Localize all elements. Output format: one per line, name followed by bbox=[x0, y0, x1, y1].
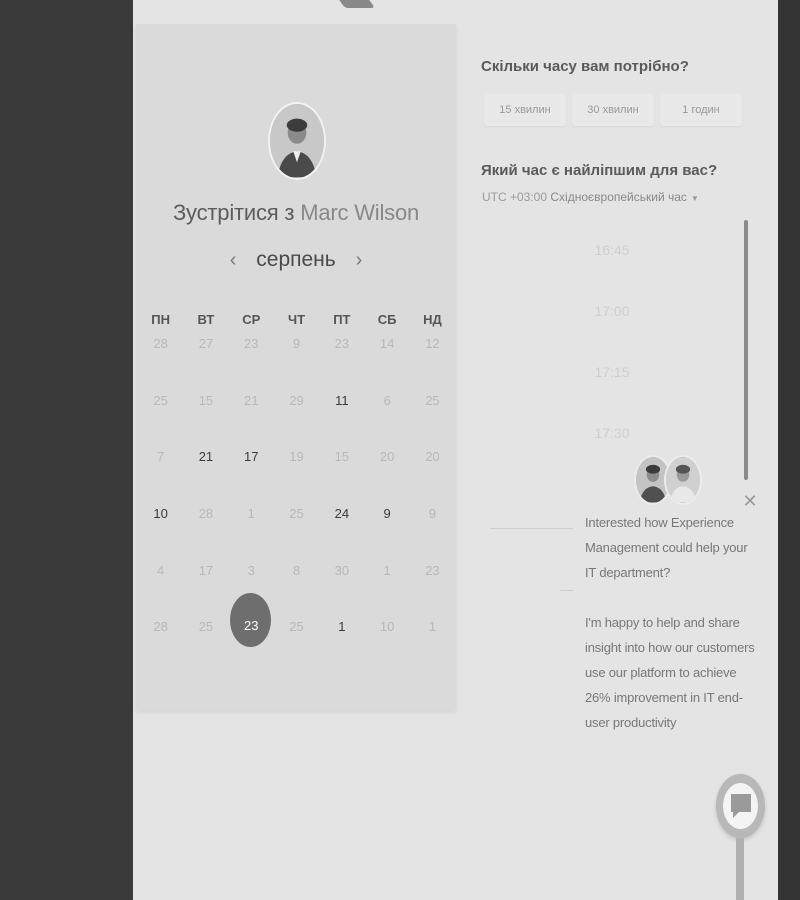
weekday-wed: СР bbox=[242, 312, 261, 327]
chat-message-2: I'm happy to help and share insight into… bbox=[585, 615, 755, 730]
chat-launcher-button[interactable] bbox=[716, 774, 765, 838]
chat-bubble-icon bbox=[731, 794, 751, 818]
weekday-sun: НД bbox=[423, 312, 442, 327]
calendar-day: 14 bbox=[379, 336, 395, 351]
time-slot[interactable]: 16:45 bbox=[481, 242, 743, 258]
chat-message: Interested how Experience Management cou… bbox=[585, 510, 755, 760]
time-slot[interactable]: 17:30 bbox=[481, 425, 743, 441]
calendar-day: 25 bbox=[289, 619, 304, 635]
divider bbox=[560, 590, 574, 591]
calendar-day[interactable]: 1 bbox=[319, 619, 364, 676]
calendar-day: 1 bbox=[428, 619, 437, 635]
calendar-day: 23 bbox=[334, 336, 350, 351]
calendar-day: 17 bbox=[198, 562, 214, 578]
duration-option-60[interactable]: 1 годин bbox=[660, 94, 742, 126]
calendar-days-grid: 28 27 23 9 23 14 12 25 15 21 29 11 6 25 7 21 17 19 15 20 20 1… bbox=[138, 336, 456, 676]
weekday-sat: СБ bbox=[377, 312, 397, 327]
calendar-day: 15 bbox=[334, 449, 350, 465]
right-dark-margin bbox=[778, 0, 800, 900]
calendar-day: 20 bbox=[379, 449, 395, 465]
timezone-selector[interactable]: UTC +03:00 Східноєвропейський час ▼ bbox=[482, 190, 699, 204]
calendar-day[interactable]: 17 bbox=[229, 449, 274, 506]
calendar-day[interactable]: 10 bbox=[138, 506, 183, 563]
calendar-day: 15 bbox=[198, 392, 214, 408]
calendar-day: 7 bbox=[157, 449, 165, 465]
chat-agent-avatars bbox=[634, 455, 704, 507]
calendar-day: 10 bbox=[379, 619, 395, 635]
time-list-scrollbar[interactable] bbox=[744, 220, 748, 480]
weekday-header: ПН ВТ СР ЧТ ПТ СБ НД bbox=[138, 312, 456, 327]
calendar-day[interactable]: 9 bbox=[364, 506, 409, 563]
time-slot[interactable]: 17:15 bbox=[481, 364, 743, 380]
weekday-fri: ПТ bbox=[333, 312, 351, 327]
calendar-day: 29 bbox=[289, 392, 304, 408]
next-month-icon[interactable]: › bbox=[342, 249, 377, 272]
launcher-stem bbox=[736, 838, 744, 900]
meeting-title: Зустрітися з Marc Wilson bbox=[136, 200, 456, 226]
calendar-day: 19 bbox=[289, 449, 304, 465]
calendar-day: 6 bbox=[383, 392, 391, 408]
calendar-day: 4 bbox=[157, 562, 165, 578]
calendar-day: 12 bbox=[425, 336, 440, 351]
calendar-day: 27 bbox=[198, 336, 214, 351]
calendar-day[interactable]: 24 bbox=[319, 506, 364, 563]
close-icon[interactable]: ✕ bbox=[741, 490, 759, 512]
month-label: серпень bbox=[256, 248, 336, 271]
calendar-day: 28 bbox=[153, 336, 168, 351]
calendar-day: 25 bbox=[289, 506, 304, 522]
calendar-day: 28 bbox=[153, 619, 168, 635]
calendar-day: 21 bbox=[244, 392, 259, 408]
calendar-panel: Зустрітися з Marc Wilson ‹ серпень › ПН … bbox=[136, 24, 456, 710]
weekday-tue: ВТ bbox=[197, 312, 215, 327]
calendar-day: 25 bbox=[153, 392, 168, 408]
calendar-day: 25 bbox=[425, 392, 440, 408]
calendar-day: 30 bbox=[334, 562, 350, 578]
duration-question: Скільки часу вам потрібно? bbox=[481, 58, 689, 75]
calendar-day: 9 bbox=[292, 336, 301, 351]
month-navigation: ‹ серпень › bbox=[136, 248, 456, 272]
host-avatar bbox=[268, 102, 326, 180]
calendar-day: 25 bbox=[198, 619, 214, 635]
chat-message-1: Interested how Experience Management cou… bbox=[585, 515, 748, 580]
calendar-day: 20 bbox=[425, 449, 440, 465]
calendar-day: 1 bbox=[383, 562, 391, 578]
calendar-day: 1 bbox=[247, 506, 255, 522]
time-slot[interactable]: 17:00 bbox=[481, 303, 743, 319]
meeting-title-prefix: Зустрітися з bbox=[172, 200, 295, 225]
divider bbox=[490, 528, 574, 529]
caret-down-icon: ▼ bbox=[690, 194, 699, 203]
timezone-name: Східноєвропейський час bbox=[550, 190, 687, 204]
weekday-thu: ЧТ bbox=[288, 312, 306, 327]
calendar-day-number: 23 bbox=[244, 618, 259, 634]
calendar-day: 23 bbox=[244, 336, 259, 351]
weekday-mon: ПН bbox=[151, 312, 171, 327]
timezone-offset: UTC +03:00 bbox=[482, 190, 548, 204]
chat-agent-avatar bbox=[664, 455, 702, 505]
duration-option-15[interactable]: 15 хвилин bbox=[484, 94, 566, 126]
time-question: Який час є найліпшим для вас? bbox=[481, 162, 718, 179]
host-photo bbox=[270, 104, 324, 178]
prev-month-icon[interactable]: ‹ bbox=[216, 249, 251, 272]
calendar-day: 28 bbox=[198, 506, 214, 522]
calendar-day[interactable]: 11 bbox=[319, 393, 364, 450]
calendar-day: 23 bbox=[425, 562, 440, 578]
calendar-day: 8 bbox=[292, 562, 301, 578]
host-name: Marc Wilson bbox=[300, 200, 420, 225]
duration-option-30[interactable]: 30 хвилин bbox=[572, 94, 654, 126]
duration-options: 15 хвилин 30 хвилин 1 годин bbox=[484, 94, 744, 126]
calendar-day[interactable]: 21 bbox=[183, 449, 228, 506]
calendar-day-selected[interactable]: 23 bbox=[229, 593, 274, 676]
calendar-day: 9 bbox=[428, 506, 437, 522]
